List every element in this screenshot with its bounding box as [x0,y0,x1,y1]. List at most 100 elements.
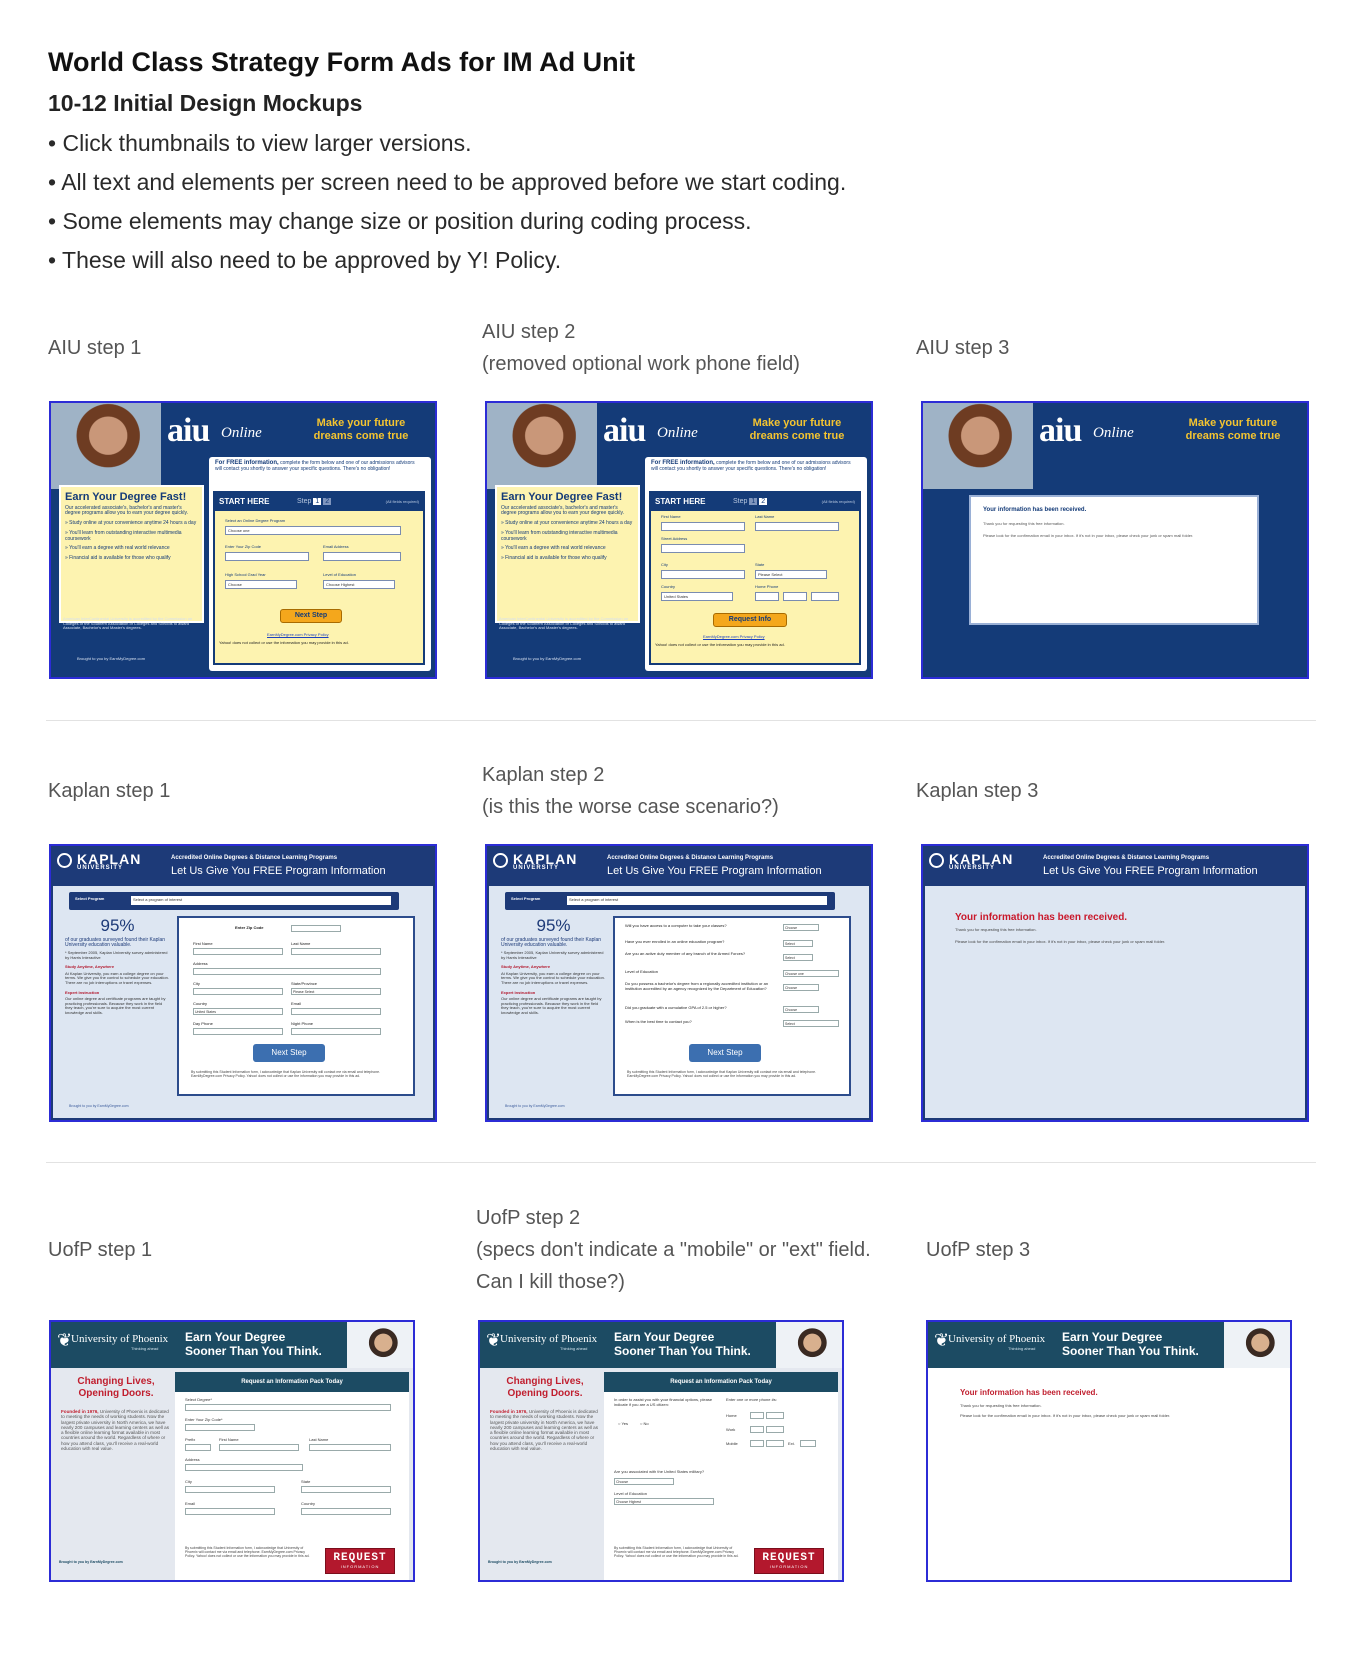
mobile-phone-number[interactable] [766,1440,784,1447]
answer-online[interactable]: Select [783,940,813,947]
email-input[interactable] [185,1508,275,1515]
first-name-input[interactable] [661,522,745,531]
confirmation-title: Your information has been received. [983,507,1087,513]
last-name-input[interactable] [755,522,839,531]
privacy-link[interactable]: EarnMyDegree.com Privacy Policy [267,632,329,638]
thumbnail-uofp-step-3[interactable]: ❦ University of Phoenix Thinking ahead E… [926,1320,1292,1582]
form-box: Request an Information Pack Today In ord… [604,1372,838,1580]
no-label: No [643,1421,649,1426]
uofp-tagline-1: Earn Your Degree [614,1330,715,1344]
woman-photo [487,403,597,489]
last-name-input[interactable] [291,948,381,955]
thumbnail-uofp-step-1[interactable]: ❦ University of Phoenix Thinking ahead E… [49,1320,415,1582]
answer-military[interactable]: Select [783,954,813,961]
email-input[interactable] [323,552,401,561]
confirmation-box: Your information has been received. Than… [969,495,1259,625]
grad-year-select[interactable]: Choose [225,580,297,589]
confirmation-check: Please look for the confirmation email i… [960,1413,1171,1418]
state-select[interactable] [301,1486,391,1493]
ext-input[interactable] [800,1440,816,1447]
brought-by: Brought to you by EarnMyDegree.com [77,656,146,661]
address-input[interactable] [185,1464,303,1471]
start-here: START HERE [219,497,270,506]
country-select[interactable]: United States [661,592,733,601]
program-select[interactable]: Select a program of interest [567,896,827,905]
zip-input[interactable] [185,1424,255,1431]
program-select[interactable]: Select a program of interest [131,896,391,905]
request-information-button[interactable]: REQUEST INFORMATION [325,1548,395,1574]
aiu-logo: aiu [1039,412,1082,449]
answer-education[interactable]: Choose one [783,970,839,977]
city-input[interactable] [185,1486,275,1493]
first-name-input[interactable] [193,948,283,955]
no-radio[interactable]: ○ No [640,1421,649,1427]
privacy-link[interactable]: EarnMyDegree.com Privacy Policy [703,634,765,640]
answer-gpa[interactable]: Choose [783,1006,819,1013]
military-select[interactable]: Choose [614,1478,674,1485]
home-phone-area[interactable] [750,1412,764,1419]
form-header: START HERE Step 1 2 (All fields required… [651,493,859,511]
thumbnail-aiu-step-1[interactable]: aiu Online Make your future dreams come … [49,401,437,679]
phone-prefix-input[interactable] [783,592,807,601]
degree-select[interactable] [185,1404,391,1411]
city-input[interactable] [661,570,745,579]
confirmation-title: Your information has been received. [960,1388,1098,1397]
zip-input[interactable] [291,925,341,932]
email-input[interactable] [291,1008,381,1015]
answer-bachelors[interactable]: Choose [783,984,819,991]
day-phone-label: Day Phone [193,1021,213,1026]
form-heading: Request an Information Pack Today [604,1372,838,1392]
zip-input[interactable] [225,552,309,561]
day-phone-input[interactable] [193,1028,283,1035]
program-bar: Select Program Select a program of inter… [69,892,399,910]
phone-line-input[interactable] [811,592,839,601]
student-photo [347,1322,413,1368]
work-phone-area[interactable] [750,1426,764,1433]
next-step-button[interactable]: Next Step [689,1044,761,1062]
answer-computer[interactable]: Choose [783,924,819,931]
caption-uofp-step-2: UofP step 2 (specs don't indicate a "mob… [476,1202,871,1298]
program-select[interactable]: Choose one [225,526,401,535]
form-box: START HERE Step 1 2 (All fields required… [649,491,861,665]
yes-radio[interactable]: ○ Yes [618,1421,628,1427]
city-label: City [661,562,668,567]
thumbnail-aiu-step-2[interactable]: aiu Online Make your future dreams come … [485,401,873,679]
country-select[interactable]: United States [193,1008,283,1015]
city-input[interactable] [193,988,283,995]
home-phone-number[interactable] [766,1412,784,1419]
prefix-select[interactable] [185,1444,211,1451]
benefits-list: Study online at your convenience anytime… [501,520,634,562]
answer-contact-time[interactable]: Select [783,1020,839,1027]
caption-line: UofP step 2 [476,1207,581,1229]
request-information-button[interactable]: REQUEST INFORMATION [754,1548,824,1574]
thumbnail-kaplan-step-3[interactable]: KAPLAN UNIVERSITY Accredited Online Degr… [921,844,1309,1122]
next-step-button[interactable]: Next Step [253,1044,325,1062]
mobile-phone-area[interactable] [750,1440,764,1447]
country-select[interactable] [301,1508,391,1515]
thumbnail-aiu-step-3[interactable]: aiu Online Make your future dreams come … [921,401,1309,679]
thumbnail-kaplan-step-1[interactable]: KAPLAN UNIVERSITY Accredited Online Degr… [49,844,437,1122]
study-heading: Study Anytime, Anywhere [65,964,115,970]
next-step-button[interactable]: Next Step [280,609,342,623]
last-name-input[interactable] [309,1444,391,1451]
request-info-button[interactable]: Request Info [713,613,787,627]
email-label: Email [291,1001,302,1006]
phone-area-input[interactable] [755,592,779,601]
thumbnail-kaplan-step-2[interactable]: KAPLAN UNIVERSITY Accredited Online Degr… [485,844,873,1122]
address-input[interactable] [193,968,381,975]
first-name-input[interactable] [219,1444,299,1451]
street-input[interactable] [661,544,745,553]
work-phone-number[interactable] [766,1426,784,1433]
program-bar: Select Program Select a program of inter… [505,892,835,910]
education-select[interactable]: Choose Highest [323,580,395,589]
uofp-logo: University of Phoenix [948,1333,1046,1345]
night-phone-input[interactable] [291,1028,381,1035]
state-select[interactable]: Please Select [755,570,827,579]
education-select[interactable]: Choose Highest [614,1498,714,1505]
student-photo [1224,1322,1290,1368]
caption-uofp-step-3: UofP step 3 [926,1239,1031,1261]
aiu-logo: aiu [167,412,210,449]
state-select[interactable]: Please Select [291,988,381,995]
study-heading: Study Anytime, Anywhere [501,964,551,970]
thumbnail-uofp-step-2[interactable]: ❦ University of Phoenix Thinking ahead E… [478,1320,844,1582]
